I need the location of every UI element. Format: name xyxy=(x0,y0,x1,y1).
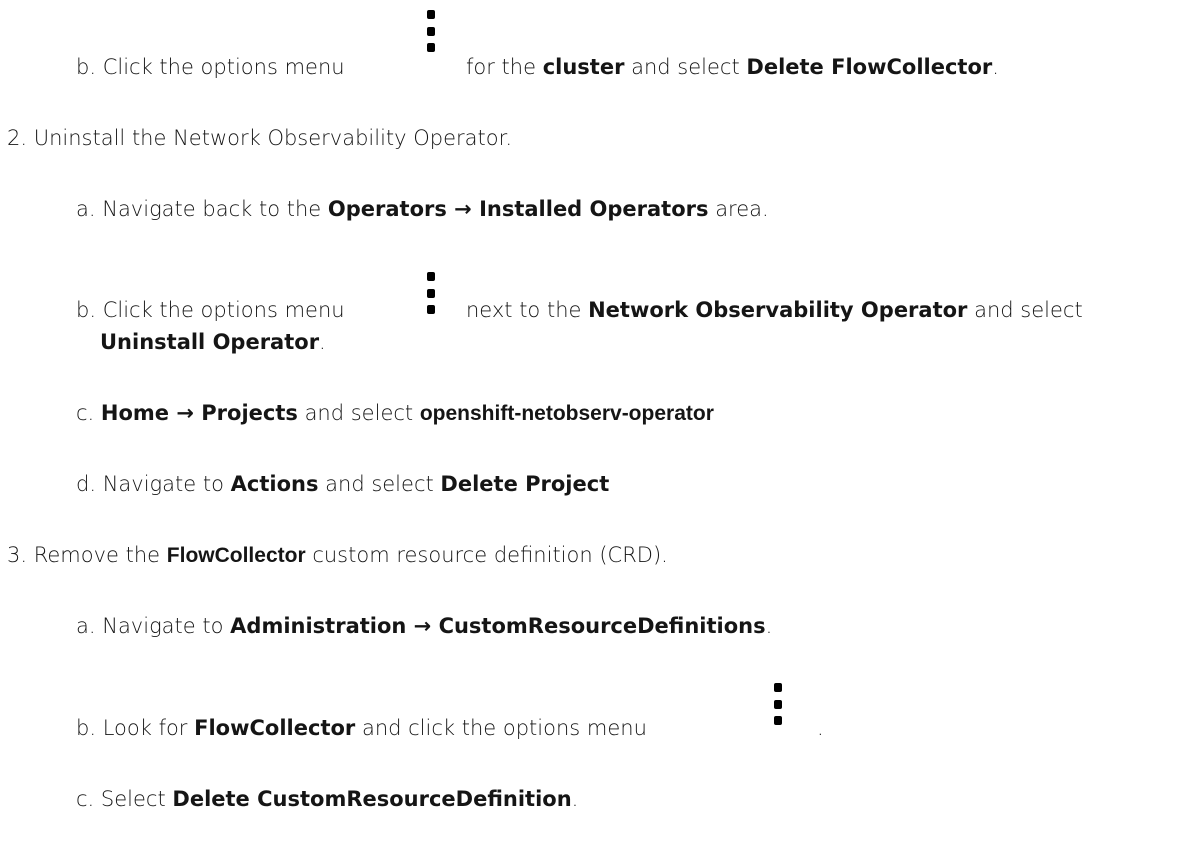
cluster-label: cluster xyxy=(542,55,625,79)
options-menu-kebab-icon xyxy=(774,683,782,725)
step-1b: b. Click the options menu xyxy=(76,54,345,80)
actions-label: Actions xyxy=(230,472,319,496)
list-marker: b. xyxy=(76,298,97,322)
step-2b-cont: next to the Network Observability Operat… xyxy=(466,297,1083,323)
options-menu-kebab-icon xyxy=(427,272,435,314)
step-3b-period: . xyxy=(817,715,824,741)
flowcollector-label: FlowCollector xyxy=(194,716,356,740)
home-projects-path: Home → Projects xyxy=(100,401,298,425)
step-text: Click the options menu xyxy=(102,55,345,79)
step-2b: b. Click the options menu xyxy=(76,297,345,323)
step-text: and click the options menu xyxy=(361,716,647,740)
step-text: next to the xyxy=(466,298,582,322)
step-text: Navigate to xyxy=(102,472,224,496)
list-marker: b. xyxy=(76,55,97,79)
document-page: { "steps": { "s1b": { "marker": "b.", "t… xyxy=(0,0,1181,852)
list-marker: c. xyxy=(76,787,95,811)
options-menu-kebab-icon xyxy=(427,10,435,52)
step-text: area. xyxy=(715,197,769,221)
uninstall-operator-label: Uninstall Operator xyxy=(100,330,320,354)
period: . xyxy=(571,787,579,811)
delete-crd-label: Delete CustomResourceDefinition xyxy=(172,787,572,811)
step-text: Navigate back to the xyxy=(102,197,322,221)
flowcollector-label: FlowCollector xyxy=(166,544,306,567)
step-2b-wrap: Uninstall Operator. xyxy=(100,329,326,355)
period: . xyxy=(817,716,824,740)
step-text: for the xyxy=(466,55,537,79)
step-3a: a. Navigate to Administration → CustomRe… xyxy=(76,613,772,639)
list-marker: 3. xyxy=(7,543,28,567)
step-2: 2. Uninstall the Network Observability O… xyxy=(7,125,512,151)
step-text: Select xyxy=(100,787,166,811)
step-text: custom resource definition (CRD). xyxy=(312,543,668,567)
list-marker: c. xyxy=(76,401,95,425)
step-text: Look for xyxy=(102,716,188,740)
step-2a: a. Navigate back to the Operators → Inst… xyxy=(76,196,769,222)
period: . xyxy=(765,614,773,638)
step-text: Remove the xyxy=(33,543,161,567)
step-2c: c. Home → Projects and select openshift-… xyxy=(76,400,714,427)
project-name: openshift-netobserv-operator xyxy=(419,402,714,425)
installed-operators-path: Operators → Installed Operators xyxy=(327,197,709,221)
step-text: and select xyxy=(325,472,434,496)
step-text: and select xyxy=(304,401,414,425)
list-marker: d. xyxy=(76,472,97,496)
list-marker: a. xyxy=(76,614,96,638)
list-marker: a. xyxy=(76,197,96,221)
step-3c: c. Select Delete CustomResourceDefinitio… xyxy=(76,786,578,812)
step-text: and select xyxy=(631,55,740,79)
list-marker: 2. xyxy=(7,126,28,150)
delete-flowcollector-label: Delete FlowCollector xyxy=(746,55,993,79)
step-text: Navigate to xyxy=(102,614,224,638)
step-text: and select xyxy=(974,298,1083,322)
step-2d: d. Navigate to Actions and select Delete… xyxy=(76,471,609,497)
step-3b: b. Look for FlowCollector and click the … xyxy=(76,715,647,741)
delete-project-label: Delete Project xyxy=(440,472,610,496)
list-marker: b. xyxy=(76,716,97,740)
period: . xyxy=(992,55,999,79)
step-3: 3. Remove the FlowCollector custom resou… xyxy=(7,542,668,569)
step-text: Uninstall the Network Observability Oper… xyxy=(33,126,513,150)
step-1b-cont: for the cluster and select Delete FlowCo… xyxy=(466,54,999,80)
network-observability-operator-label: Network Observability Operator xyxy=(588,298,968,322)
crd-path: Administration → CustomResourceDefinitio… xyxy=(230,614,766,638)
step-text: Click the options menu xyxy=(102,298,345,322)
period: . xyxy=(319,330,326,354)
